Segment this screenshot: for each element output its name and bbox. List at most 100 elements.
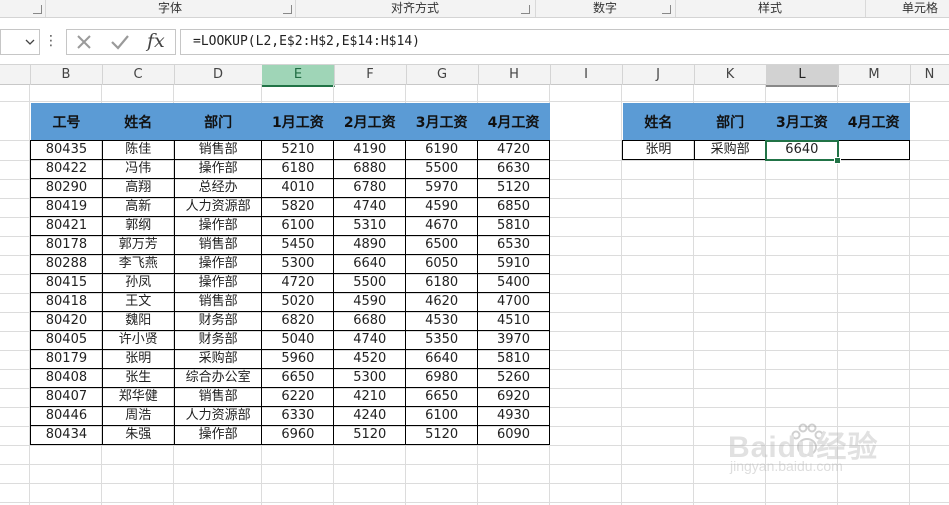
- table-cell[interactable]: 6650: [405, 387, 479, 407]
- cancel-icon[interactable]: [75, 33, 93, 51]
- header-cell[interactable]: 3月工资: [765, 103, 838, 141]
- font-launcher-icon[interactable]: [283, 5, 292, 14]
- name-box[interactable]: [0, 29, 40, 55]
- table-cell[interactable]: 销售部: [173, 387, 263, 407]
- more-options-icon[interactable]: ⋮: [44, 31, 58, 51]
- table-cell[interactable]: 张明: [101, 349, 175, 369]
- formula-input[interactable]: =LOOKUP(L2,E$2:H$2,E$14:H$14): [180, 29, 949, 55]
- table-cell[interactable]: 5040: [261, 330, 335, 350]
- number-launcher-icon[interactable]: [662, 5, 671, 14]
- table-cell[interactable]: 5400: [477, 273, 550, 293]
- table-cell[interactable]: 4590: [333, 292, 407, 312]
- table-cell[interactable]: 6180: [261, 159, 335, 179]
- table-cell[interactable]: 80408: [30, 368, 103, 388]
- table-cell[interactable]: 80422: [30, 159, 103, 179]
- column-header-selected[interactable]: E: [262, 65, 335, 87]
- column-header[interactable]: D: [174, 65, 263, 85]
- table-cell[interactable]: 综合办公室: [173, 368, 263, 388]
- header-cell[interactable]: 部门: [694, 103, 766, 141]
- table-cell[interactable]: 张明: [622, 140, 695, 160]
- alignment-launcher-icon[interactable]: [521, 5, 530, 14]
- table-cell[interactable]: 李飞燕: [101, 254, 175, 274]
- table-cell[interactable]: 财务部: [173, 330, 263, 350]
- table-cell[interactable]: 6100: [261, 216, 335, 236]
- select-all-corner[interactable]: [0, 65, 31, 85]
- header-cell[interactable]: 姓名: [622, 103, 695, 141]
- table-cell[interactable]: 操作部: [173, 216, 263, 236]
- table-cell[interactable]: 80415: [30, 273, 103, 293]
- table-cell[interactable]: 4890: [333, 235, 407, 255]
- table-cell[interactable]: 6640: [405, 349, 479, 369]
- table-cell[interactable]: 4520: [333, 349, 407, 369]
- table-cell[interactable]: 5970: [405, 178, 479, 198]
- table-cell[interactable]: 80421: [30, 216, 103, 236]
- table-cell[interactable]: 采购部: [693, 140, 767, 160]
- table-cell[interactable]: 5960: [261, 349, 335, 369]
- column-header[interactable]: F: [334, 65, 407, 85]
- table-cell[interactable]: 人力资源部: [173, 197, 263, 217]
- header-cell[interactable]: 姓名: [102, 103, 175, 141]
- table-cell[interactable]: 操作部: [173, 425, 263, 445]
- column-header[interactable]: K: [694, 65, 767, 85]
- table-cell[interactable]: 4190: [333, 140, 407, 160]
- table-cell[interactable]: 4210: [333, 387, 407, 407]
- table-cell[interactable]: 6850: [477, 197, 550, 217]
- table-cell[interactable]: 80290: [30, 178, 103, 198]
- table-cell[interactable]: 张生: [101, 368, 175, 388]
- table-cell[interactable]: 5350: [405, 330, 479, 350]
- table-cell[interactable]: 4720: [261, 273, 335, 293]
- table-cell[interactable]: 5810: [477, 216, 550, 236]
- enter-check-icon[interactable]: [110, 33, 130, 51]
- table-cell[interactable]: 4010: [261, 178, 335, 198]
- column-header[interactable]: I: [550, 65, 623, 85]
- active-cell[interactable]: 6640: [764, 139, 839, 161]
- table-cell[interactable]: 5810: [477, 349, 550, 369]
- table-cell[interactable]: 5260: [477, 368, 550, 388]
- column-header[interactable]: H: [478, 65, 551, 85]
- header-cell[interactable]: 4月工资: [837, 103, 910, 141]
- table-cell[interactable]: 6220: [261, 387, 335, 407]
- table-cell[interactable]: 5020: [261, 292, 335, 312]
- table-cell[interactable]: 高新: [101, 197, 175, 217]
- table-cell[interactable]: 4620: [405, 292, 479, 312]
- table-cell[interactable]: 5310: [333, 216, 407, 236]
- table-cell[interactable]: 5120: [333, 425, 407, 445]
- column-header[interactable]: B: [30, 65, 103, 85]
- column-header-active[interactable]: L: [766, 65, 839, 87]
- table-cell[interactable]: 80407: [30, 387, 103, 407]
- table-cell[interactable]: 魏阳: [101, 311, 175, 331]
- table-cell[interactable]: 5500: [405, 159, 479, 179]
- table-cell[interactable]: 6640: [333, 254, 407, 274]
- header-cell[interactable]: 工号: [30, 103, 103, 141]
- table-cell[interactable]: 6530: [477, 235, 550, 255]
- table-cell[interactable]: 5450: [261, 235, 335, 255]
- table-cell[interactable]: 财务部: [173, 311, 263, 331]
- table-cell[interactable]: 陈佳: [101, 140, 175, 160]
- table-cell[interactable]: 孙凤: [101, 273, 175, 293]
- table-cell[interactable]: 4670: [405, 216, 479, 236]
- table-cell[interactable]: 80435: [30, 140, 103, 160]
- header-cell[interactable]: 4月工资: [477, 103, 550, 141]
- table-cell[interactable]: 4510: [477, 311, 550, 331]
- column-header[interactable]: C: [102, 65, 175, 85]
- table-cell[interactable]: 6190: [405, 140, 479, 160]
- table-cell[interactable]: 80418: [30, 292, 103, 312]
- header-cell[interactable]: 1月工资: [261, 103, 334, 141]
- table-cell[interactable]: 操作部: [173, 254, 263, 274]
- table-cell[interactable]: 人力资源部: [173, 406, 263, 426]
- table-cell[interactable]: 6650: [261, 368, 335, 388]
- table-cell[interactable]: 6880: [333, 159, 407, 179]
- table-cell[interactable]: 80179: [30, 349, 103, 369]
- table-cell[interactable]: 80419: [30, 197, 103, 217]
- table-cell[interactable]: 6780: [333, 178, 407, 198]
- table-cell[interactable]: 6980: [405, 368, 479, 388]
- table-cell[interactable]: 6050: [405, 254, 479, 274]
- table-cell[interactable]: 4740: [333, 197, 407, 217]
- table-cell[interactable]: 6630: [477, 159, 550, 179]
- table-cell[interactable]: 6820: [261, 311, 335, 331]
- table-cell[interactable]: 采购部: [173, 349, 263, 369]
- table-cell[interactable]: 80446: [30, 406, 103, 426]
- table-cell[interactable]: 郑华健: [101, 387, 175, 407]
- table-cell[interactable]: 3970: [477, 330, 550, 350]
- table-cell[interactable]: 6960: [261, 425, 335, 445]
